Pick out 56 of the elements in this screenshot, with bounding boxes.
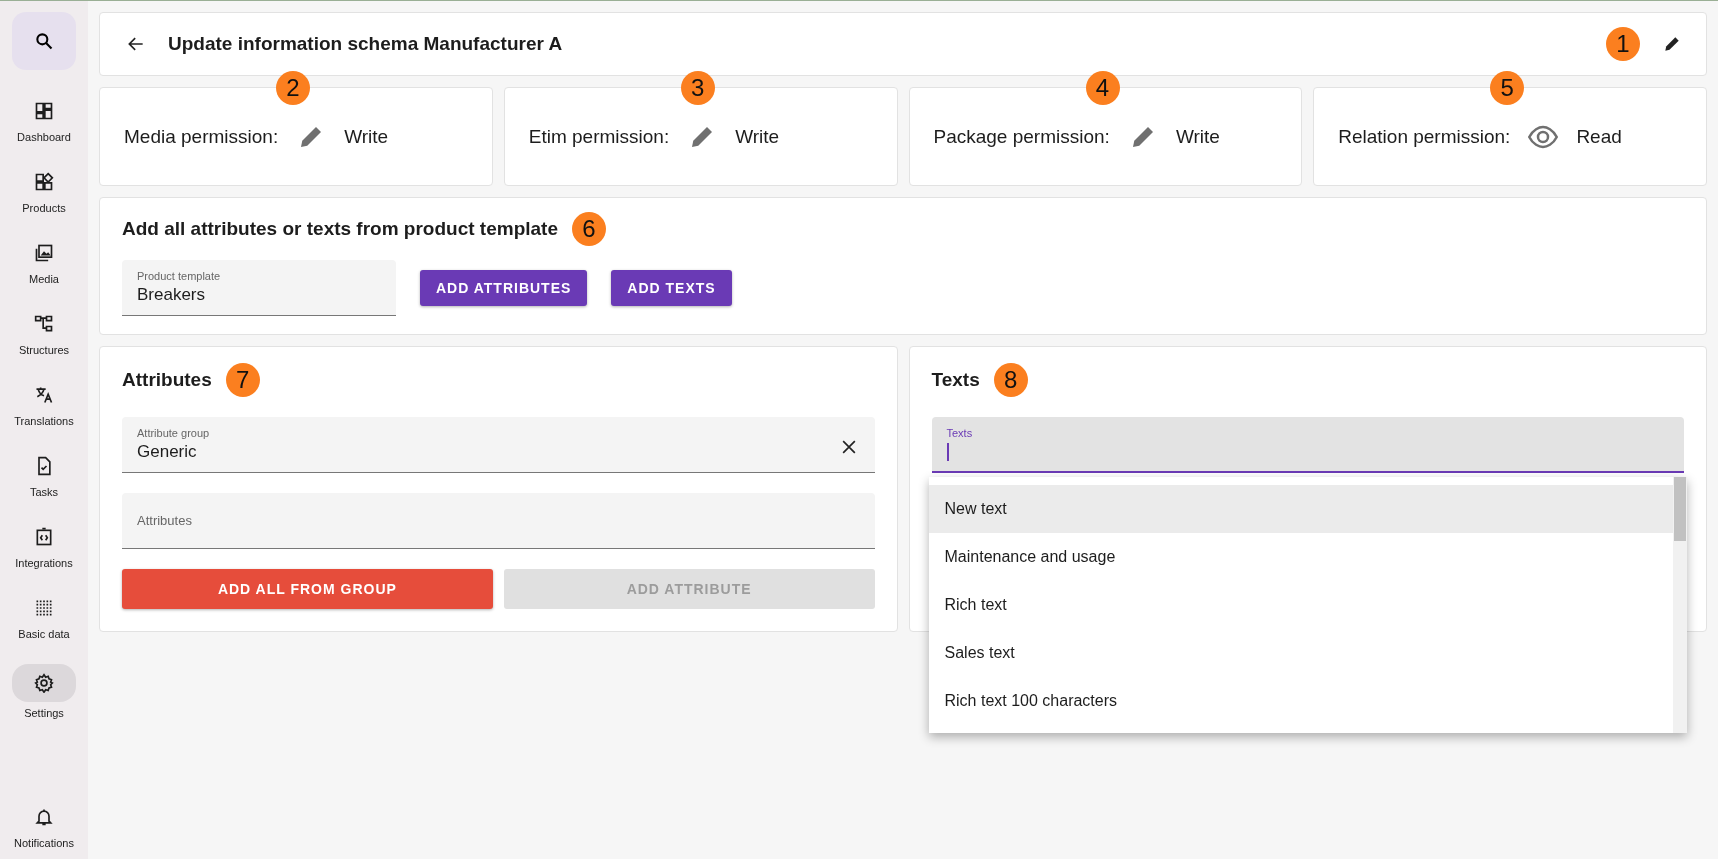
permission-label: Etim permission: — [528, 125, 670, 148]
permission-value: Write — [344, 125, 389, 148]
add-button[interactable]: ADD ATTRIBUTES — [420, 270, 588, 306]
number-marker: 7 — [225, 363, 260, 397]
dropdown-option[interactable]: New text — [928, 485, 1673, 533]
permission-value: Write — [1175, 125, 1220, 148]
number-marker: 1 — [1606, 27, 1640, 61]
permission-label: Package permission: — [933, 125, 1110, 148]
nav-label[interactable]: Media — [29, 273, 59, 285]
template-field[interactable]: Product template Breakers — [122, 260, 396, 316]
nav-label[interactable]: Settings — [24, 707, 64, 719]
nav-label[interactable]: Basic data — [18, 628, 70, 640]
search-icon — [34, 31, 54, 51]
basic-data-icon — [34, 598, 54, 618]
media-icon — [34, 243, 54, 263]
nav-label[interactable]: Dashboard — [17, 131, 71, 143]
section-title: Attributes — [122, 369, 212, 391]
attribute-group-field[interactable]: Attribute group Generic — [122, 417, 875, 473]
bell-icon[interactable] — [34, 807, 54, 827]
pencil-icon — [1662, 34, 1682, 54]
number-marker: 8 — [993, 363, 1028, 397]
permission-value: Read — [1576, 125, 1622, 148]
number-marker: 5 — [1490, 71, 1525, 105]
dropdown-option[interactable]: Rich text 100 characters — [928, 677, 1673, 725]
dropdown-option[interactable]: Sales text — [928, 629, 1673, 677]
nav-label[interactable]: Notifications — [14, 837, 74, 849]
number-marker: 3 — [680, 71, 715, 105]
number-marker: 6 — [572, 212, 606, 246]
section-title: Texts — [931, 369, 980, 391]
attributes-field[interactable]: Attributes — [122, 493, 875, 549]
dropdown-option[interactable]: Maintenance and usage — [928, 533, 1673, 581]
nav-label[interactable]: Tasks — [29, 486, 59, 498]
texts-field[interactable]: Texts — [931, 417, 1684, 473]
dashboard-icon — [34, 101, 54, 121]
nav-label[interactable]: Translations — [14, 415, 74, 427]
permission-value: Write — [735, 125, 780, 148]
page-title: Update information schema Manufacturer A — [168, 33, 564, 55]
structures-icon — [34, 314, 54, 334]
search-button[interactable] — [12, 12, 76, 70]
integrations-icon — [34, 527, 54, 547]
section-title: Add all attributes or texts from product template — [122, 218, 558, 240]
dropdown-option[interactable]: Rich text — [928, 581, 1673, 629]
nav-label[interactable]: Integrations — [15, 557, 73, 569]
translations-icon — [34, 385, 54, 405]
permission-label: Relation permission: — [1338, 125, 1511, 148]
products-icon — [34, 172, 54, 192]
nav-item[interactable] — [12, 664, 76, 702]
number-marker: 2 — [276, 71, 310, 105]
nav-label[interactable]: Products — [22, 202, 66, 214]
nav-label[interactable]: Structures — [18, 344, 70, 356]
add-button[interactable]: ADD TEXTS — [611, 270, 732, 306]
settings-icon — [34, 673, 54, 693]
number-marker: 4 — [1085, 71, 1120, 105]
scrollbar-thumb[interactable] — [1674, 477, 1686, 541]
add-all-button[interactable]: ADD ALL FROM GROUP — [122, 569, 493, 609]
permission-label: Media permission: — [124, 125, 279, 148]
